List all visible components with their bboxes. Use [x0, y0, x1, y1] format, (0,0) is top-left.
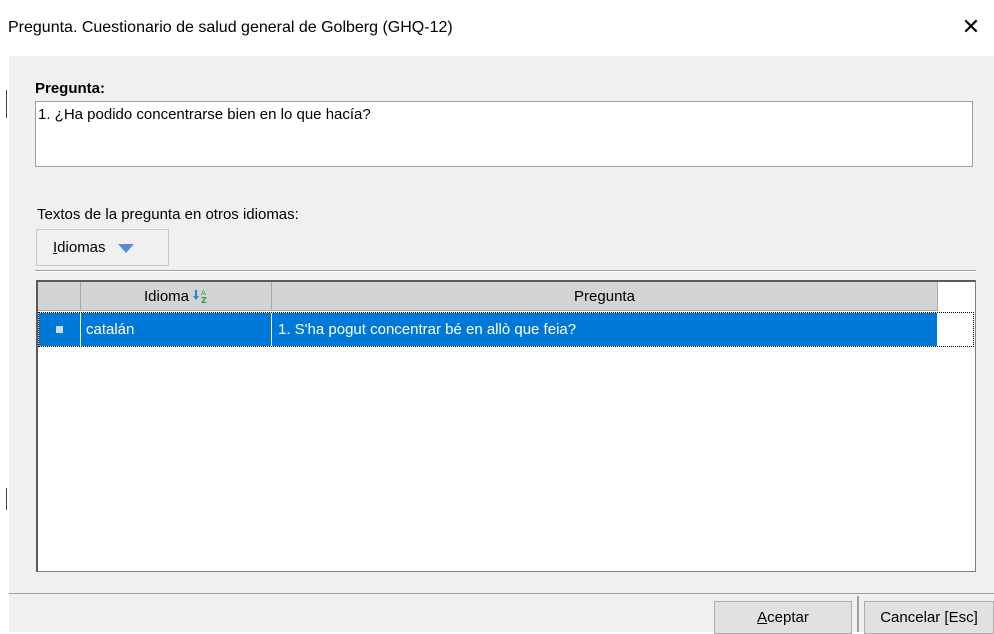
other-languages-label: Textos de la pregunta en otros idiomas:	[37, 206, 299, 223]
accept-button[interactable]: Aceptar	[714, 601, 852, 634]
svg-text:Z: Z	[201, 296, 207, 304]
cell-pregunta[interactable]: 1. S'ha pogut concentrar bé en allò que …	[272, 313, 937, 346]
dialog-window: Pregunta. Cuestionario de salud general …	[0, 0, 994, 634]
window-title: Pregunta. Cuestionario de salud general …	[8, 19, 453, 36]
idiomas-button-label: Idiomas	[53, 239, 106, 256]
left-edge	[0, 0, 9, 632]
idiomas-dropdown-button[interactable]: Idiomas	[36, 229, 169, 266]
table-row[interactable]: catalán 1. S'ha pogut concentrar bé en a…	[38, 312, 974, 347]
edge-mark	[6, 90, 7, 118]
column-header-pregunta[interactable]: Pregunta	[272, 282, 938, 311]
dialog-body: Pregunta: 1. ¿Ha podido concentrarse bie…	[9, 56, 994, 634]
cell-idioma[interactable]: catalán	[81, 313, 272, 346]
triangle-down-icon	[117, 244, 134, 253]
column-header-idioma[interactable]: Idioma A Z	[81, 282, 272, 311]
separator	[35, 270, 976, 272]
row-indicator[interactable]	[39, 313, 81, 346]
grid-header: Idioma A Z Pregunta	[38, 282, 938, 311]
sort-az-icon: A Z	[192, 288, 208, 305]
button-divider	[857, 596, 859, 632]
title-bar: Pregunta. Cuestionario de salud general …	[0, 0, 994, 56]
languages-grid[interactable]: Idioma A Z Pregunta catalán 1. S'ha pogu…	[36, 280, 976, 572]
edge-mark	[6, 488, 7, 510]
header-indicator-cell	[38, 282, 81, 311]
question-text-field[interactable]: 1. ¿Ha podido concentrarse bien en lo qu…	[35, 101, 973, 167]
footer-separator	[9, 593, 994, 594]
close-button[interactable]: ✕	[948, 10, 994, 44]
question-label: Pregunta:	[35, 80, 106, 97]
cancel-button[interactable]: Cancelar [Esc]	[864, 601, 994, 634]
row-marker-icon	[56, 326, 63, 333]
close-icon: ✕	[961, 14, 981, 40]
